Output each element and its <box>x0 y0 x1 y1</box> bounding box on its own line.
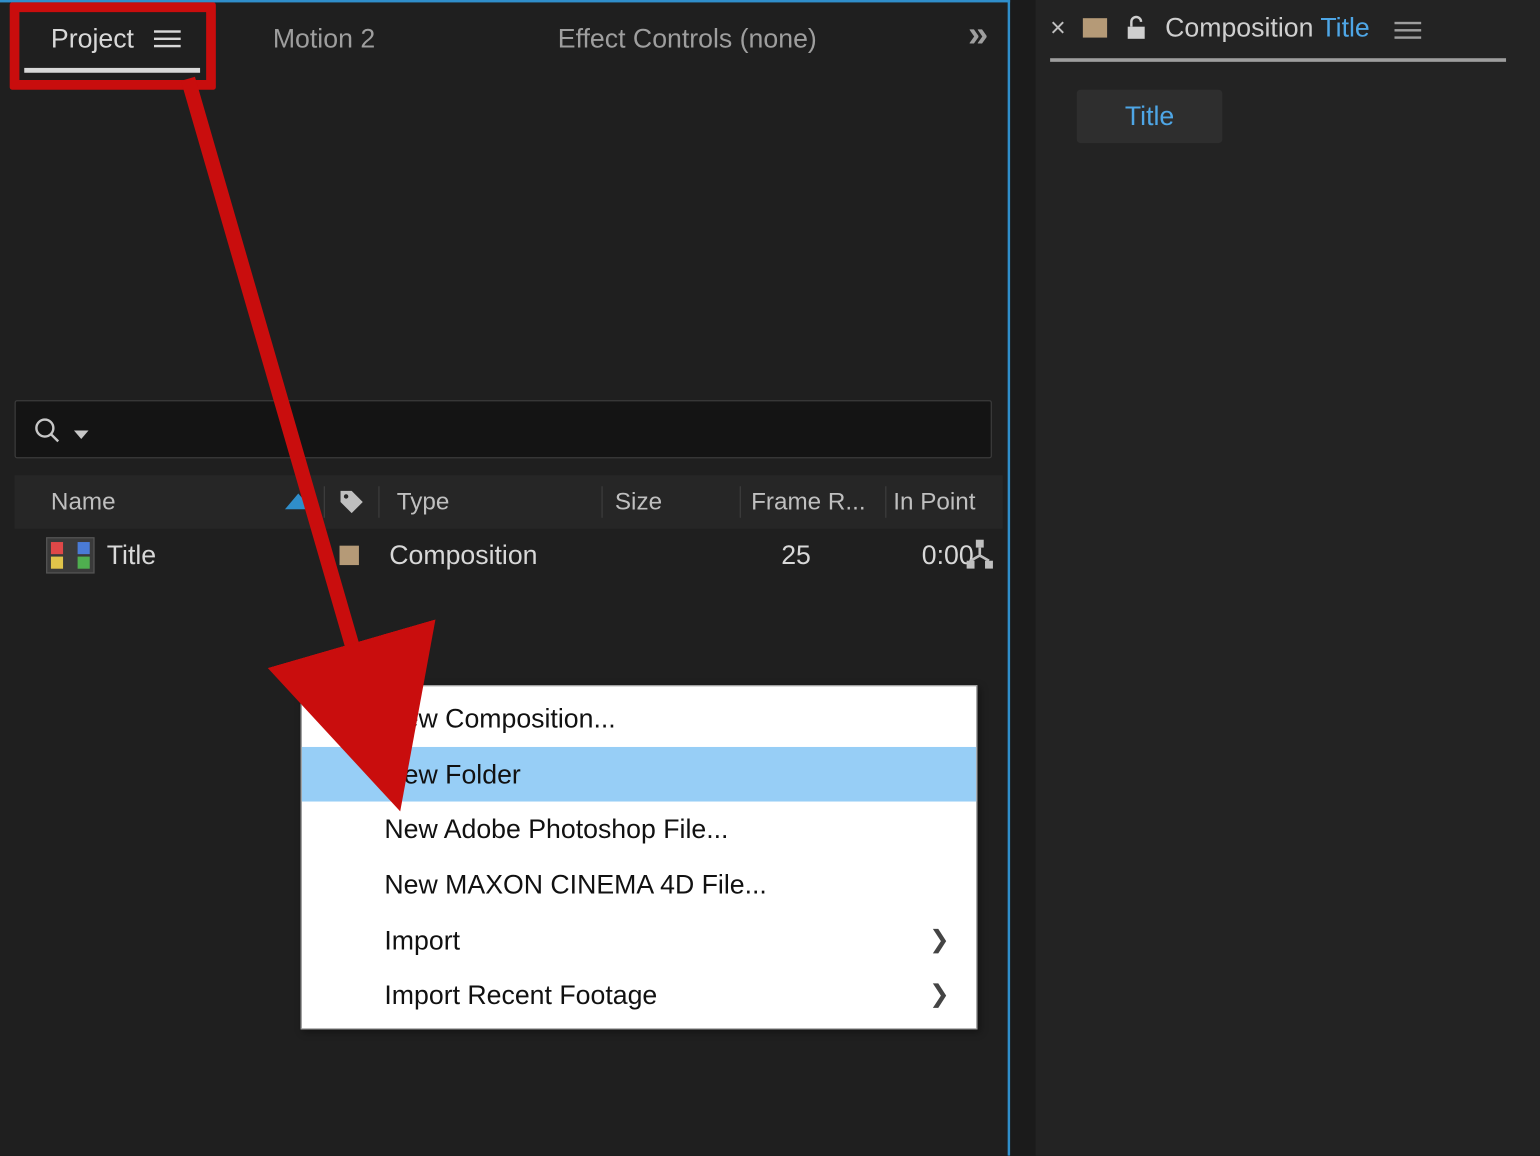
menu-item-new-folder[interactable]: New Folder <box>302 747 976 802</box>
cell-name: Title <box>15 537 324 573</box>
column-divider <box>885 486 886 518</box>
menu-item-new-maxon-cinema-4d-file[interactable]: New MAXON CINEMA 4D File... <box>302 857 976 912</box>
project-context-menu: New Composition... New Folder New Adobe Ph… <box>301 685 978 1030</box>
active-tab-underline <box>1050 58 1506 62</box>
item-type-label: Composition <box>389 540 537 570</box>
composition-mini-flow-label: Title <box>1125 101 1174 133</box>
composition-tab-header: × Composition Title <box>1050 12 1421 44</box>
column-in-point[interactable]: In Point <box>888 488 1002 516</box>
item-fr-label: 25 <box>781 540 811 570</box>
column-size[interactable]: Size <box>605 488 738 516</box>
column-fr-label: Frame R... <box>751 488 866 515</box>
search-dropdown-icon[interactable] <box>74 430 89 438</box>
search-icon <box>33 416 62 445</box>
menu-item-label: New Composition... <box>384 703 615 733</box>
composition-icon <box>46 537 95 573</box>
tab-effect-label: Effect Controls (none) <box>558 23 817 53</box>
column-name[interactable]: Name <box>15 488 322 516</box>
column-divider <box>602 486 603 518</box>
column-name-label: Name <box>51 488 116 515</box>
submenu-arrow-icon: ❯ <box>929 980 949 1013</box>
menu-item-label: New MAXON CINEMA 4D File... <box>384 870 766 900</box>
composition-panel: × Composition Title Title <box>1036 0 1540 1156</box>
composition-tab-label[interactable]: Composition Title <box>1165 12 1370 44</box>
menu-item-label: New Folder <box>384 759 520 789</box>
tab-motion2-label: Motion 2 <box>273 23 375 53</box>
column-divider <box>379 486 380 518</box>
column-type[interactable]: Type <box>382 488 599 516</box>
column-type-label: Type <box>397 488 450 515</box>
menu-item-label: Import Recent Footage <box>384 980 657 1010</box>
label-color-swatch <box>1083 18 1107 37</box>
project-columns-header: Name Type Size Frame R... In Point <box>15 475 1003 528</box>
column-ip-label: In Point <box>893 488 975 515</box>
flowchart-icon[interactable] <box>964 538 996 570</box>
cell-frame-rate: 25 <box>726 540 865 572</box>
lock-open-icon[interactable] <box>1124 15 1148 42</box>
column-label-color[interactable] <box>328 489 376 516</box>
tab-effect-controls[interactable]: Effect Controls (none) <box>534 13 842 64</box>
column-divider <box>324 486 325 518</box>
tab-motion2[interactable]: Motion 2 <box>249 13 400 64</box>
menu-item-label: New Adobe Photoshop File... <box>384 814 728 844</box>
tabs-overflow-icon[interactable]: » <box>968 15 988 56</box>
column-divider <box>740 486 741 518</box>
project-item-row[interactable]: Title Composition 25 0:00 <box>15 529 1003 582</box>
close-icon[interactable]: × <box>1050 12 1066 44</box>
tag-icon <box>339 489 366 516</box>
column-frame-rate[interactable]: Frame R... <box>744 488 883 516</box>
sort-ascending-icon <box>286 493 313 509</box>
column-size-label: Size <box>615 488 662 515</box>
composition-mini-flow-button[interactable]: Title <box>1077 90 1223 143</box>
annotation-highlight-box <box>10 2 216 89</box>
label-color-swatch <box>340 546 359 565</box>
cell-label-color[interactable] <box>324 546 375 565</box>
menu-item-new-composition[interactable]: New Composition... <box>302 691 976 746</box>
submenu-arrow-icon: ❯ <box>929 924 949 957</box>
item-name-label: Title <box>107 540 156 572</box>
composition-label-name: Title <box>1320 12 1369 42</box>
panel-menu-icon[interactable] <box>1394 19 1421 41</box>
menu-item-import[interactable]: Import ❯ <box>302 913 976 968</box>
cell-type: Composition <box>375 540 593 572</box>
composition-label-prefix: Composition <box>1165 12 1313 42</box>
menu-item-label: Import <box>384 925 460 955</box>
menu-item-new-adobe-photoshop-file[interactable]: New Adobe Photoshop File... <box>302 802 976 857</box>
project-search-input[interactable] <box>15 400 992 458</box>
menu-item-import-recent-footage[interactable]: Import Recent Footage ❯ <box>302 968 976 1023</box>
project-panel: Project Motion 2 Effect Controls (none) … <box>0 0 1010 1156</box>
